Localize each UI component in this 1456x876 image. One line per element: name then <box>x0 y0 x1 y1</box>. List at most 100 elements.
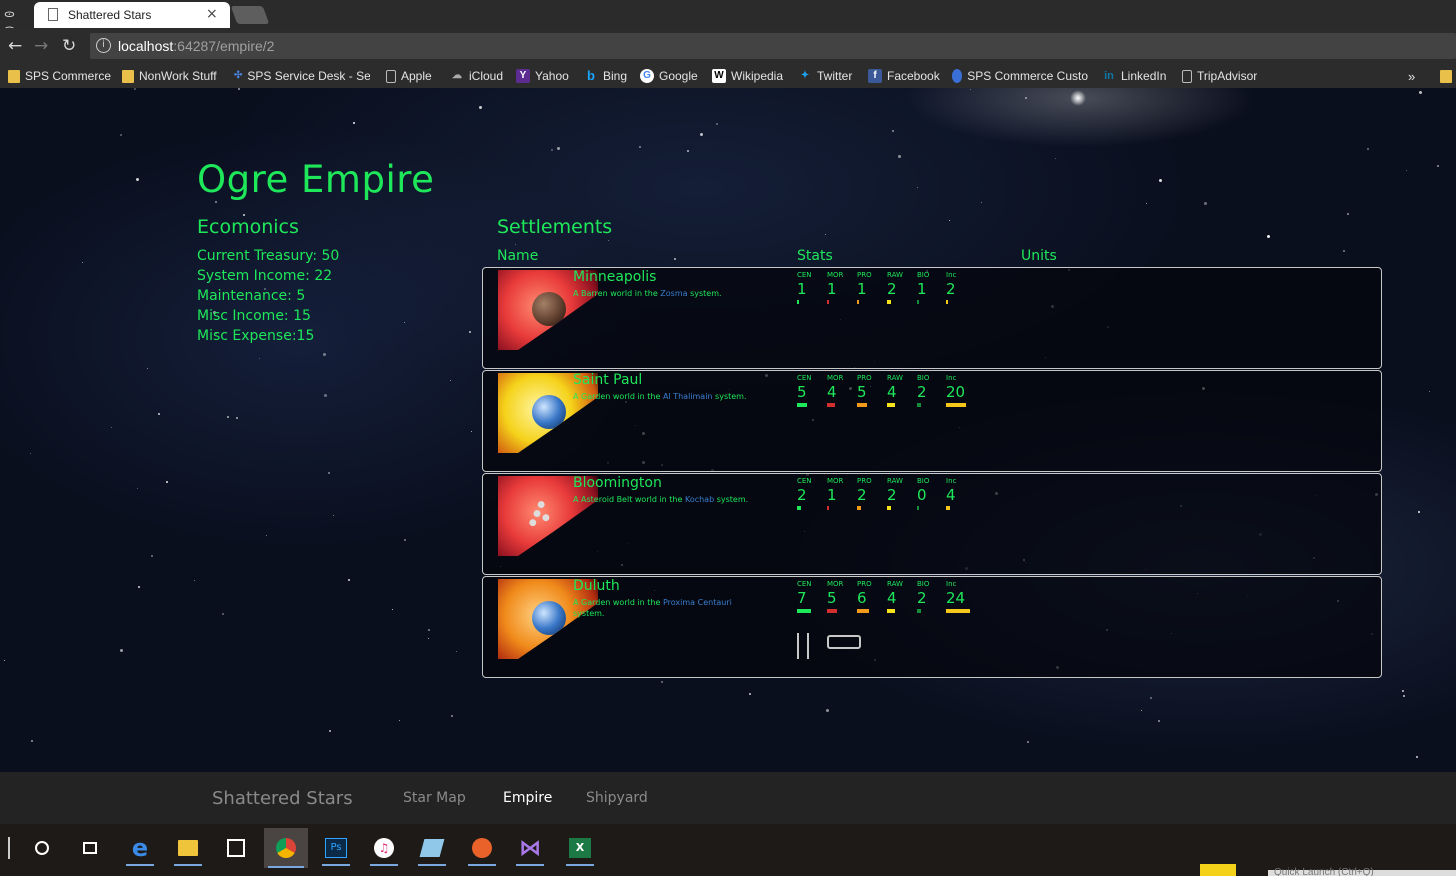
stat-label: BIO <box>917 477 930 485</box>
edge-icon[interactable]: e <box>122 830 158 866</box>
bookmark-tripadvisor[interactable]: TripAdvisor <box>1182 67 1257 85</box>
nav-star-map[interactable]: Star Map <box>403 790 466 806</box>
settlement-name[interactable]: Saint Paul <box>573 372 642 388</box>
url-text[interactable]: localhost:64287/empire/2 <box>118 38 274 54</box>
barren-planet-icon <box>532 292 566 326</box>
star <box>1403 695 1405 697</box>
stat-inc: Inc 20 <box>946 374 974 407</box>
store-icon[interactable] <box>218 830 254 866</box>
stat-value: 7 <box>797 589 807 607</box>
stat-value: 4 <box>887 383 897 401</box>
info-icon[interactable]: i <box>96 38 111 53</box>
stat-bar <box>827 300 829 304</box>
new-tab-button[interactable] <box>230 6 270 24</box>
app-icon[interactable] <box>414 830 450 866</box>
file-explorer-icon[interactable] <box>170 830 206 866</box>
tab-close-icon[interactable]: × <box>206 6 218 22</box>
stat-label: RAW <box>887 580 903 588</box>
stat-bar <box>946 300 948 304</box>
yahoo-icon: Y <box>516 69 530 83</box>
star <box>1418 511 1420 513</box>
bookmark-facebook[interactable]: f Facebook <box>868 67 940 85</box>
start-icon[interactable] <box>0 830 18 866</box>
stat-value: 2 <box>917 383 927 401</box>
nav-shipyard[interactable]: Shipyard <box>586 790 648 806</box>
bookmark-twitter[interactable]: ✦ Twitter <box>798 67 853 85</box>
bookmark-google[interactable]: G Google <box>640 67 698 85</box>
excel-icon[interactable]: X <box>562 830 598 866</box>
bookmark-linkedin[interactable]: in LinkedIn <box>1102 67 1166 85</box>
settlement-row[interactable]: Duluth A Garden world in the Proxima Cen… <box>482 576 1382 678</box>
stat-label: Inc <box>946 271 957 279</box>
settlement-row[interactable]: Minneapolis A Barren world in the Zosma … <box>482 267 1382 369</box>
stat-bar <box>857 403 867 407</box>
task-view-icon[interactable] <box>72 830 108 866</box>
settlement-name[interactable]: Minneapolis <box>573 269 656 285</box>
bookmark-sps-commerce[interactable]: SPS Commerce <box>8 67 111 85</box>
forward-arrow-icon[interactable]: → <box>34 36 48 56</box>
star <box>1267 235 1270 238</box>
quick-launch-input[interactable]: Quick Launch (Ctrl+Q) <box>1268 867 1456 876</box>
cortana-icon[interactable] <box>24 830 60 866</box>
reload-icon[interactable]: ↻ <box>62 36 76 56</box>
ship-icon[interactable] <box>797 633 809 659</box>
bookmark-wikipedia[interactable]: W Wikipedia <box>712 67 783 85</box>
system-link[interactable]: Zosma <box>660 289 687 298</box>
chrome-icon[interactable] <box>264 828 308 868</box>
bookmark-label: SPS Service Desk - Se <box>247 69 370 83</box>
star <box>1402 690 1404 692</box>
other-bookmarks-folder[interactable] <box>1440 67 1452 85</box>
star <box>222 613 224 615</box>
settlements-heading: Settlements <box>497 216 613 238</box>
stat-bio: BIO 2 <box>917 374 945 407</box>
settlement-row[interactable]: ● ●● ● Bloomington A Asteroid Belt world… <box>482 473 1382 575</box>
browser-tab[interactable]: Shattered Stars × <box>34 2 230 28</box>
visual-studio-icon[interactable]: ⋈ <box>512 830 548 866</box>
settlement-row[interactable]: Saint Paul A Garden world in the Al Thal… <box>482 370 1382 472</box>
star <box>392 609 393 610</box>
stat-label: CEN <box>797 580 812 588</box>
station-icon[interactable] <box>827 635 861 649</box>
brand-link[interactable]: Shattered Stars <box>212 788 353 809</box>
bookmark-apple[interactable]: Apple <box>386 67 432 85</box>
star <box>1343 250 1345 252</box>
address-bar[interactable]: i localhost:64287/empire/2 <box>90 33 1456 59</box>
bookmark-label: Facebook <box>887 69 940 83</box>
system-link[interactable]: Proxima Centauri <box>663 598 732 607</box>
stat-bar <box>946 609 970 613</box>
economics-system-income: System Income: 22 <box>197 268 333 284</box>
nav-empire[interactable]: Empire <box>503 790 552 806</box>
star <box>120 649 123 652</box>
stat-value: 1 <box>917 280 927 298</box>
itunes-icon[interactable]: ♫ <box>366 830 402 866</box>
bookmark-label: NonWork Stuff <box>139 69 217 83</box>
settlement-description: A Barren world in the Zosma system. <box>573 288 763 299</box>
star <box>639 146 641 148</box>
stat-value: 5 <box>797 383 807 401</box>
more-bookmarks-button[interactable]: » <box>1408 67 1415 85</box>
stat-pro: PRO 5 <box>857 374 885 407</box>
settlement-name[interactable]: Duluth <box>573 578 620 594</box>
bookmark-nonwork-stuff[interactable]: NonWork Stuff <box>122 67 217 85</box>
photoshop-icon[interactable]: Ps <box>318 830 354 866</box>
stat-label: MOR <box>827 580 844 588</box>
star <box>749 693 751 695</box>
column-header-stats: Stats <box>797 248 833 264</box>
settlement-description: A Garden world in the Al Thalimain syste… <box>573 391 763 402</box>
stat-raw: RAW 2 <box>887 477 915 510</box>
notification-icon[interactable] <box>1200 864 1236 876</box>
economics-misc-income: Misc Income: 15 <box>197 308 311 324</box>
back-arrow-icon[interactable]: ← <box>8 36 22 56</box>
bookmark-sps-service-desk[interactable]: ✣ SPS Service Desk - Se <box>234 67 370 85</box>
firefox-like-icon[interactable] <box>464 830 500 866</box>
bookmark-sps-commerce-custo[interactable]: SPS Commerce Custo <box>952 67 1088 85</box>
bookmark-bing[interactable]: b Bing <box>584 67 627 85</box>
stat-mor: MOR 1 <box>827 477 855 510</box>
star <box>1347 213 1349 215</box>
bookmark-yahoo[interactable]: Y Yahoo <box>516 67 569 85</box>
system-link[interactable]: Kochab <box>685 495 714 504</box>
page-icon <box>386 69 396 83</box>
system-link[interactable]: Al Thalimain <box>663 392 713 401</box>
bookmark-icloud[interactable]: ☁ iCloud <box>450 67 503 85</box>
settlement-name[interactable]: Bloomington <box>573 475 662 491</box>
